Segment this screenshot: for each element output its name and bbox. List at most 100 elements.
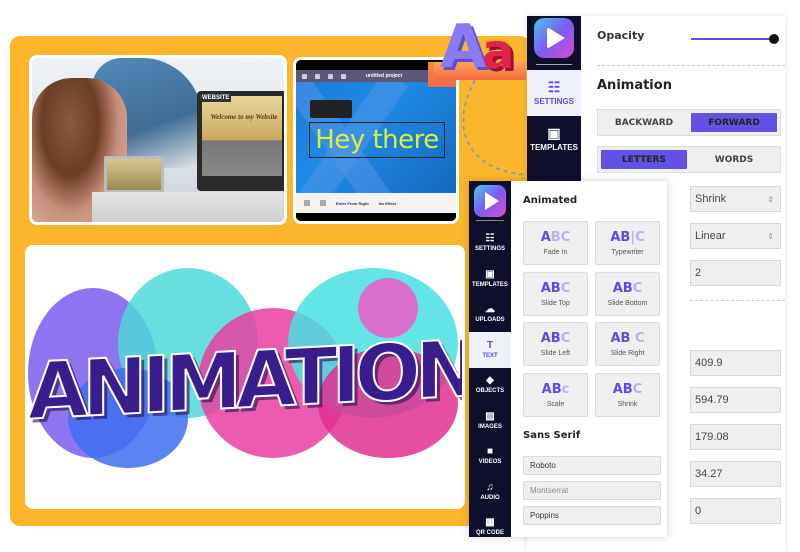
sidebar-item-audio[interactable]: ♫ AUDIO [469, 474, 511, 510]
text-toolbox [310, 100, 352, 118]
sidebar-item-settings[interactable]: ☷ SETTINGS [469, 225, 511, 261]
rotation-input[interactable]: 0 [690, 498, 781, 524]
shapes-icon: ◆ [486, 375, 494, 386]
divider [597, 65, 785, 66]
select-arrows-icon: ⇕ [767, 231, 774, 241]
font-section-title: Sans Serif [523, 430, 581, 441]
divider [690, 300, 785, 301]
animation-word: ANIMATION [27, 323, 465, 438]
monitor-logo: WEBSITE [200, 94, 232, 102]
monitor: WEBSITE Welcome to my Website [197, 91, 284, 191]
animation-title: Animation [597, 78, 672, 93]
animation-option-label: Typewriter [611, 249, 644, 256]
font-option-roboto[interactable]: Roboto [523, 456, 661, 475]
width-input[interactable]: 179.08 [690, 424, 781, 450]
app-logo[interactable] [534, 18, 574, 58]
sidebar-item-objects[interactable]: ◆ OBJECTS [469, 367, 511, 403]
animated-title: Animated [523, 195, 578, 206]
font-option-poppins[interactable]: Poppins [523, 506, 661, 525]
sidebar-item-templates[interactable]: ▣ TEMPLATES [469, 261, 511, 297]
sidebar-item-images[interactable]: ▨ IMAGES [469, 403, 511, 439]
sliders-icon: ☷ [547, 79, 561, 95]
animation-option-slide-top[interactable]: ABC Slide Top [523, 271, 588, 316]
editor-preview: untitled project Hey there Enter From Ri… [293, 57, 459, 224]
sidebar-item-videos[interactable]: ■ VIDEOS [469, 438, 511, 474]
editor-canvas: Hey there [296, 82, 456, 193]
animation-option-slide-right[interactable]: AB C Slide Right [595, 322, 660, 366]
height-input[interactable]: 34.27 [690, 461, 781, 487]
redo-icon [341, 73, 346, 79]
animation-option-label: Slide Bottom [607, 299, 648, 307]
opacity-slider-thumb[interactable] [769, 34, 779, 44]
forward-button[interactable]: FORWARD [691, 113, 777, 132]
easing-select[interactable]: Linear ⇕ [690, 223, 781, 249]
canvas-text: Hey there [309, 122, 445, 158]
opacity-slider-track[interactable] [691, 38, 771, 40]
animation-preview-glyph: ABC [612, 280, 643, 296]
images-icon: ▣ [547, 125, 561, 141]
animation-option-fade-in[interactable]: ABC Fade In [523, 221, 588, 265]
animation-option-label: Slide Top [541, 299, 570, 307]
text-panel-content: Animated ABC Fade In AB|C Typewriter ABC Slid… [511, 181, 667, 537]
sidebar-item-settings[interactable]: ☷ SETTINGS [527, 70, 581, 116]
letters-button[interactable]: LETTERS [601, 150, 687, 169]
font-option-montserrat[interactable]: Montserrat [523, 481, 661, 500]
direction-toggle: BACKWARD FORWARD [597, 109, 781, 136]
text-panel-sidebar: ☷ SETTINGS ▣ TEMPLATES ☁ UPLOADS T TEXT ◆ OBJECTS… [469, 181, 511, 537]
sliders-icon: ☷ [485, 233, 495, 244]
cloud-upload-icon: ☁ [485, 304, 495, 315]
app-logo[interactable] [474, 185, 506, 217]
animation-preview-glyph: ABC [612, 381, 643, 397]
music-icon: ♫ [486, 481, 494, 493]
images-icon: ▣ [485, 268, 495, 280]
image-icon: ▨ [485, 410, 495, 422]
animation-preview-glyph: ABC [540, 280, 571, 296]
duration-input[interactable]: 2 [690, 260, 781, 286]
animation-option-typewriter[interactable]: AB|C Typewriter [595, 221, 660, 265]
zoom-icon [304, 200, 310, 206]
desk [92, 192, 284, 222]
sidebar-item-text[interactable]: T TEXT [469, 331, 511, 368]
effect-select[interactable]: Shrink ⇕ [690, 186, 781, 212]
animation-preview-glyph: ABc [541, 381, 570, 397]
animation-preview-glyph: ABC [540, 230, 571, 245]
y-input[interactable]: 594.79 [690, 387, 781, 413]
animation-preview-glyph: AB|C [610, 230, 645, 245]
file-icon [302, 73, 307, 79]
qr-code-icon: ▦ [485, 517, 495, 528]
animation-option-slide-bottom[interactable]: ABC Slide Bottom [595, 271, 660, 316]
opacity-label: Opacity [597, 29, 645, 42]
unit-toggle: LETTERS WORDS [597, 146, 781, 173]
animation-option-scale[interactable]: ABc Scale [523, 372, 588, 417]
video-icon: ■ [486, 446, 494, 457]
animation-preview-glyph: ABC [540, 331, 571, 346]
text-icon: T [486, 339, 494, 351]
exit-effect-label: No Effect [378, 200, 397, 206]
animation-option-shrink[interactable]: ABC Shrink [595, 372, 660, 417]
enter-effect-label: Enter From Right [336, 200, 369, 206]
layers-icon [315, 73, 320, 79]
sidebar-item-uploads[interactable]: ☁ UPLOADS [469, 296, 511, 332]
animation-option-label: Slide Right [610, 350, 645, 357]
select-arrows-icon: ⇕ [767, 194, 774, 204]
words-button[interactable]: WORDS [691, 150, 777, 169]
monitor-text: Welcome to my Website [210, 113, 278, 121]
sidebar-item-templates[interactable]: ▣ TEMPLATES [527, 116, 581, 162]
animation-option-slide-left[interactable]: ABC Slide Left [523, 322, 588, 366]
editor-bottombar: Enter From Right No Effect [296, 193, 456, 213]
animation-option-label: Scale [546, 400, 565, 408]
font-logo: A a [434, 12, 530, 82]
x-input[interactable]: 409.9 [690, 350, 781, 376]
project-title: untitled project [366, 73, 403, 79]
animation-option-label: Fade In [543, 249, 568, 256]
website-photo: WEBSITE Welcome to my Website [29, 55, 287, 225]
backward-button[interactable]: BACKWARD [601, 113, 687, 132]
text-panel: ☷ SETTINGS ▣ TEMPLATES ☁ UPLOADS T TEXT ◆ OBJECTS… [469, 181, 667, 537]
animation-preview-glyph: AB C [610, 331, 645, 346]
frame-icon [320, 200, 326, 206]
sidebar-item-qr-code[interactable]: ▦ QR CODE [469, 509, 511, 545]
animation-option-label: Slide Left [540, 350, 571, 357]
undo-icon [328, 73, 333, 79]
laptop [104, 156, 164, 196]
animation-banner: ANIMATION [25, 245, 465, 509]
